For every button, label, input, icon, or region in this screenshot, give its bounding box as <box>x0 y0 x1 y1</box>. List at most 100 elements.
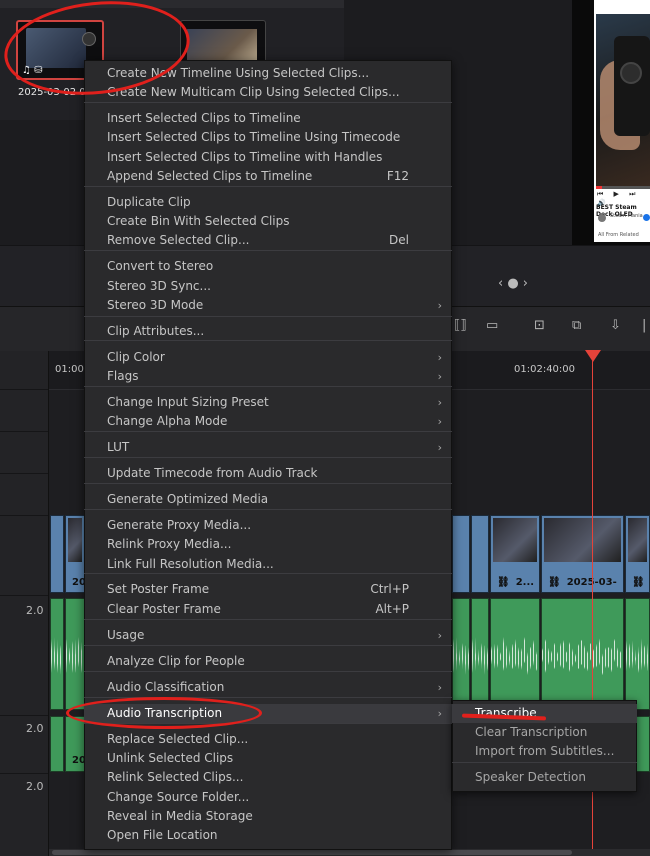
clip-label: ⛓ 2... <box>497 577 534 588</box>
trim-icon[interactable]: ⟦⟧ <box>454 318 467 333</box>
menu-item-label: Unlink Selected Clips <box>107 751 234 765</box>
page-indicator[interactable]: ‹ ● › <box>498 276 528 291</box>
submenu-item-import-from-subtitles[interactable]: Import from Subtitles... <box>452 742 637 761</box>
menu-item-create-bin-with-selected-clips[interactable]: Create Bin With Selected Clips <box>84 212 452 231</box>
menu-item-audio-classification[interactable]: Audio Classification › <box>84 678 452 697</box>
insert-clip-icon[interactable]: ⊡ <box>534 318 545 333</box>
audio-clip[interactable] <box>541 598 624 710</box>
menu-item-link-full-resolution-media[interactable]: Link Full Resolution Media... <box>84 555 452 574</box>
subscribe-icon <box>643 214 650 221</box>
menu-item-analyze-clip-for-people[interactable]: Analyze Clip for People <box>84 652 452 671</box>
menu-item-change-alpha-mode[interactable]: Change Alpha Mode › <box>84 412 452 431</box>
menu-item-label: Generate Proxy Media... <box>107 518 252 532</box>
menu-item-create-new-multicam-clip-using-selected-clips[interactable]: Create New Multicam Clip Using Selected … <box>84 83 452 102</box>
audio-clip[interactable] <box>490 598 540 710</box>
menu-item-label: Insert Selected Clips to Timeline Using … <box>107 130 401 144</box>
menu-item-label: Clip Color <box>107 350 165 364</box>
audio-clip[interactable] <box>625 598 650 710</box>
track-volume: 2.0 <box>26 722 44 735</box>
track-header[interactable] <box>0 431 48 474</box>
timeline-scrollbar-thumb[interactable] <box>52 850 572 855</box>
submenu-item-clear-transcription[interactable]: Clear Transcription <box>452 723 637 742</box>
menu-item-reveal-in-media-storage[interactable]: Reveal in Media Storage <box>84 807 452 826</box>
menu-item-clip-color[interactable]: Clip Color › <box>84 348 452 367</box>
track-header[interactable] <box>0 473 48 516</box>
menu-item-remove-selected-clip[interactable]: Remove Selected Clip... Del <box>84 231 452 250</box>
video-clip[interactable] <box>471 515 489 593</box>
video-clip[interactable]: ⛓2025-03- <box>541 515 624 593</box>
video-clip[interactable]: ⛓ <box>625 515 650 593</box>
menu-item-label: Stereo 3D Mode <box>107 298 204 312</box>
video-track-header[interactable] <box>0 515 48 596</box>
replace-clip-icon[interactable]: ⇩ <box>610 318 621 333</box>
menu-item-replace-selected-clip[interactable]: Replace Selected Clip... <box>84 730 452 749</box>
menu-item-label: Append Selected Clips to Timeline <box>107 169 313 183</box>
menu-item-stereo-3d-mode[interactable]: Stereo 3D Mode › <box>84 296 452 315</box>
video-clip[interactable]: ⛓ 2... <box>490 515 540 593</box>
menu-separator <box>84 431 452 432</box>
menu-item-clear-poster-frame[interactable]: Clear Poster Frame Alt+P <box>84 600 452 619</box>
menu-item-relink-proxy-media[interactable]: Relink Proxy Media... <box>84 535 452 554</box>
menu-item-generate-proxy-media[interactable]: Generate Proxy Media... <box>84 516 452 535</box>
menu-item-generate-optimized-media[interactable]: Generate Optimized Media <box>84 490 452 509</box>
submenu-item-speaker-detection[interactable]: Speaker Detection <box>452 768 637 787</box>
menu-item-label: Usage <box>107 628 145 642</box>
menu-item-flags[interactable]: Flags › <box>84 367 452 386</box>
menu-item-label: LUT <box>107 440 130 454</box>
menu-item-insert-selected-clips-to-timeline-using-timecode[interactable]: Insert Selected Clips to Timeline Using … <box>84 128 452 147</box>
menu-item-change-input-sizing-preset[interactable]: Change Input Sizing Preset › <box>84 393 452 412</box>
menu-item-unlink-selected-clips[interactable]: Unlink Selected Clips <box>84 749 452 768</box>
viewer-progress-bar[interactable] <box>596 186 650 189</box>
audio-waveform <box>66 637 84 675</box>
menu-item-label: Relink Selected Clips... <box>107 770 244 784</box>
menu-item-label: Insert Selected Clips to Timeline with H… <box>107 150 383 164</box>
audio-clip[interactable] <box>65 598 85 710</box>
menu-item-stereo-3d-sync[interactable]: Stereo 3D Sync... <box>84 277 452 296</box>
menu-item-change-source-folder[interactable]: Change Source Folder... <box>84 788 452 807</box>
menu-item-append-selected-clips-to-timeline[interactable]: Append Selected Clips to Timeline F12 <box>84 167 452 186</box>
menu-item-label: Analyze Clip for People <box>107 654 245 668</box>
menu-item-lut[interactable]: LUT › <box>84 438 452 457</box>
audio-clip[interactable] <box>50 598 64 710</box>
audio-clip[interactable] <box>50 716 64 772</box>
chevron-right-icon: › <box>437 707 442 720</box>
menu-item-clip-attributes[interactable]: Clip Attributes... <box>84 322 452 341</box>
menu-item-relink-selected-clips[interactable]: Relink Selected Clips... <box>84 768 452 787</box>
menu-item-update-timecode-from-audio-track[interactable]: Update Timecode from Audio Track <box>84 464 452 483</box>
playhead-marker[interactable] <box>585 350 601 362</box>
menu-item-label: Create Bin With Selected Clips <box>107 214 290 228</box>
audio-waveform <box>626 637 649 675</box>
overwrite-clip-icon[interactable]: ⧉ <box>572 318 581 333</box>
menu-item-label: Generate Optimized Media <box>107 492 269 506</box>
menu-separator <box>84 386 452 387</box>
menu-separator <box>84 645 452 646</box>
menu-item-label: Reveal in Media Storage <box>107 809 253 823</box>
menu-item-duplicate-clip[interactable]: Duplicate Clip <box>84 193 452 212</box>
menu-item-label: Remove Selected Clip... <box>107 233 250 247</box>
place-on-top-icon[interactable]: | <box>642 318 646 333</box>
menu-item-insert-selected-clips-to-timeline-with-handles[interactable]: Insert Selected Clips to Timeline with H… <box>84 148 452 167</box>
viewer-tags: All From Related <box>598 232 639 238</box>
menu-separator <box>84 102 452 103</box>
menu-item-usage[interactable]: Usage › <box>84 626 452 645</box>
menu-separator <box>84 509 452 510</box>
audio-clip[interactable] <box>452 598 470 710</box>
track-header[interactable] <box>0 389 48 432</box>
clip-thumbnail <box>493 518 537 562</box>
audio-waveform <box>453 637 469 675</box>
channel-avatar <box>598 214 606 222</box>
video-clip[interactable] <box>50 515 64 593</box>
menu-item-insert-selected-clips-to-timeline[interactable]: Insert Selected Clips to Timeline <box>84 109 452 128</box>
menu-item-set-poster-frame[interactable]: Set Poster Frame Ctrl+P <box>84 580 452 599</box>
audio-clip[interactable] <box>471 598 489 710</box>
audio-clip[interactable]: 20 <box>65 716 86 772</box>
track-volume: 2.0 <box>26 780 44 793</box>
menu-item-convert-to-stereo[interactable]: Convert to Stereo <box>84 257 452 276</box>
video-clip[interactable] <box>452 515 470 593</box>
film-strip-icon[interactable]: ▭ <box>486 318 498 333</box>
chevron-right-icon: › <box>437 396 442 409</box>
video-clip[interactable]: 20 <box>65 515 86 593</box>
menu-item-open-file-location[interactable]: Open File Location <box>84 826 452 845</box>
chevron-right-icon: › <box>437 299 442 312</box>
menu-item-label: Flags <box>107 369 139 383</box>
